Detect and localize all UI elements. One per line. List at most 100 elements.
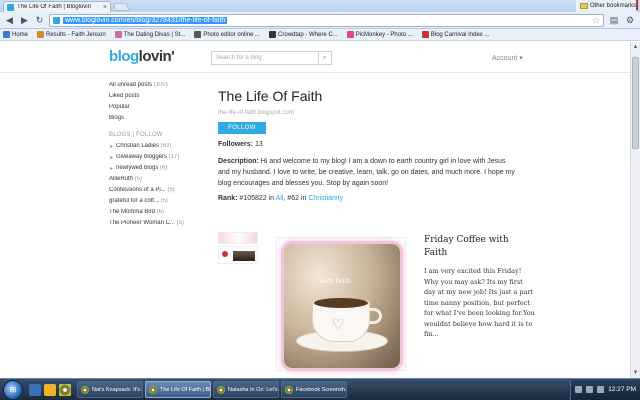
sidebar-item[interactable]: Popular (109, 104, 209, 115)
chrome-icon (217, 385, 225, 394)
description-text: Hi and welcome to my blog! I am a down t… (218, 158, 515, 187)
sidebar-blog[interactable]: AllieRuth (5) (109, 176, 209, 187)
network-icon[interactable] (586, 386, 594, 393)
post-title[interactable]: Friday Coffee with Faith (424, 234, 534, 260)
followers-label: Followers: (218, 141, 254, 148)
new-tab-button[interactable] (112, 3, 130, 11)
rank-category-link[interactable]: Christianity (308, 195, 343, 202)
bookmark-label: PicMonkey - Photo ... (355, 31, 413, 38)
logo-part-2: lovin' (138, 48, 175, 65)
blog-thumbnails (218, 232, 258, 270)
sidebar-folder-label: Giveaway bloggers (116, 154, 168, 160)
show-desktop-icon[interactable] (29, 383, 41, 396)
clock[interactable]: 12:27 PM (608, 386, 636, 393)
bookmark-item[interactable]: PicMonkey - Photo ... (346, 31, 413, 38)
bookmark-label: Photo editor online ... (203, 31, 261, 38)
sidebar-item-count: (100) (153, 82, 168, 88)
forward-icon[interactable]: ▶ (19, 15, 30, 26)
sidebar-folder-label: Christian Ladies (116, 143, 160, 149)
scroll-down-icon[interactable]: ▼ (632, 370, 639, 376)
blog-info: The Life Of Faith the-life-of-faith.blog… (218, 88, 518, 202)
taskbar-task[interactable]: The Life Of Faith | Bl... (145, 381, 211, 398)
sidebar-folder[interactable]: newlywed blogs (6) (109, 165, 209, 176)
search-input[interactable]: Search for a blog (211, 51, 319, 65)
address-url[interactable]: www.bloglovin.com/en/blog/3278431/the-li… (63, 16, 228, 24)
blog-title: The Life Of Faith (218, 88, 323, 104)
search-icon[interactable]: ⌕ (318, 51, 332, 65)
sidebar-item-label: Popular (109, 104, 130, 110)
taskbar-task-label: Facebook Screensh... (296, 386, 347, 393)
bookmark-item[interactable]: Blog Carnival Index ... (421, 31, 490, 38)
bookmark-label: Blog Carnival Index ... (430, 31, 490, 38)
page-scrollbar[interactable]: ▲ ▼ (630, 42, 640, 378)
bookmark-star-icon[interactable]: ☆ (592, 15, 600, 26)
sidebar-blog[interactable]: Confessions of a Pi... (5) (109, 187, 209, 198)
taskbar-tasks: Nat's Knapsack: It's a... The Life Of Fai… (77, 381, 347, 398)
back-icon[interactable]: ◀ (4, 15, 15, 26)
sidebar-blog-count: (5) (134, 176, 143, 182)
blog-header-thumbnail[interactable] (218, 232, 258, 244)
thumbnail-picture (233, 251, 255, 261)
sidebar-blog-label: grateful for a coff... (109, 198, 159, 204)
sidebar-blog[interactable]: grateful for a coff... (5) (109, 198, 209, 209)
bookmark-label: Crowdtap - Where C... (278, 31, 338, 38)
taskbar-task-label: The Life Of Faith | Bl... (160, 386, 211, 393)
volume-icon[interactable] (597, 386, 605, 393)
taskbar-task[interactable]: Facebook Screensh... (281, 381, 347, 398)
reload-icon[interactable]: ↻ (34, 15, 45, 26)
sidebar-blog[interactable]: The Pioneer Woman C... (5) (109, 220, 209, 231)
tray-arrow-icon[interactable] (575, 386, 583, 393)
sidebar-blog[interactable]: The Momma Bird (6) (109, 209, 209, 220)
sidebar-blog-label: The Momma Bird (109, 209, 156, 215)
sidebar-item[interactable]: Liked posts (109, 93, 209, 104)
chrome-icon (149, 385, 157, 394)
chrome-icon[interactable] (59, 383, 71, 396)
page-menu-icon[interactable]: ▤ (608, 14, 620, 26)
sidebar-folder[interactable]: Giveaway bloggers (17) (109, 154, 209, 165)
address-bar[interactable]: www.bloglovin.com/en/blog/3278431/the-li… (49, 13, 604, 27)
other-bookmarks[interactable]: Other bookmarks (575, 0, 636, 12)
bloglovin-logo[interactable]: bloglovin' (109, 48, 175, 65)
logo-part-1: blog (109, 48, 139, 65)
start-button[interactable]: ⊞ (3, 379, 23, 400)
tab-title: The Life Of Faith | Bloglovin (17, 4, 91, 10)
bookmark-item[interactable]: Photo editor online ... (194, 31, 260, 38)
coffee-surface (314, 298, 368, 308)
scroll-up-icon[interactable]: ▲ (632, 44, 639, 50)
scrollbar-thumb[interactable] (632, 57, 639, 149)
post-image[interactable]: ♡ with Faith (276, 237, 406, 371)
follow-button[interactable]: FOLLOW (218, 122, 266, 134)
blog-sidebar-thumbnail[interactable] (218, 246, 258, 264)
folder-icon (579, 3, 588, 9)
blog-url[interactable]: the-life-of-faith.blogspot.com (218, 110, 518, 116)
sidebar-item-label: All unread posts (109, 82, 153, 88)
bookmark-item[interactable]: Home (3, 31, 28, 38)
sidebar-blog-count: (6) (156, 209, 165, 215)
chrome-icon (285, 385, 293, 394)
header-divider (0, 72, 630, 73)
followers: Followers: 13 (218, 141, 518, 148)
sidebar-folder[interactable]: Christian Ladies (63) (109, 143, 209, 154)
wrench-icon[interactable]: ⚙ (624, 14, 636, 26)
heart-icon: ♡ (332, 316, 345, 332)
coffee-photo: ♡ with Faith (284, 244, 400, 368)
browser-titlebar: The Life Of Faith | Bloglovin × – □ × (0, 0, 640, 12)
sidebar-item[interactable]: All unread posts (100) (109, 82, 209, 93)
bookmark-label: The Dating Divas | St... (123, 31, 186, 38)
followers-count: 13 (254, 141, 263, 148)
taskbar-task[interactable]: Natasha In Oz: Let's ... (213, 381, 279, 398)
close-tab-icon[interactable]: × (103, 4, 107, 11)
sidebar-blog-label: Confessions of a Pi... (109, 187, 166, 193)
bookmark-item[interactable]: Crowdtap - Where C... (269, 31, 338, 38)
bookmark-item[interactable]: Results - Faith Jenson (37, 31, 106, 38)
browser-tab[interactable]: The Life Of Faith | Bloglovin × (3, 1, 111, 12)
taskbar-task[interactable]: Nat's Knapsack: It's a... (77, 381, 143, 398)
account-menu[interactable]: Account ▾ (492, 54, 523, 62)
sidebar-folder-count: (6) (160, 165, 168, 171)
bookmark-item[interactable]: The Dating Divas | St... (114, 31, 186, 38)
sidebar-item[interactable]: Blogs (109, 115, 209, 126)
bookmark-label: Results - Faith Jenson (46, 31, 106, 38)
blog-description: Description: Hi and welcome to my blog! … (218, 156, 518, 189)
explorer-icon[interactable] (44, 383, 56, 396)
bookmark-favicon-icon (269, 31, 277, 38)
